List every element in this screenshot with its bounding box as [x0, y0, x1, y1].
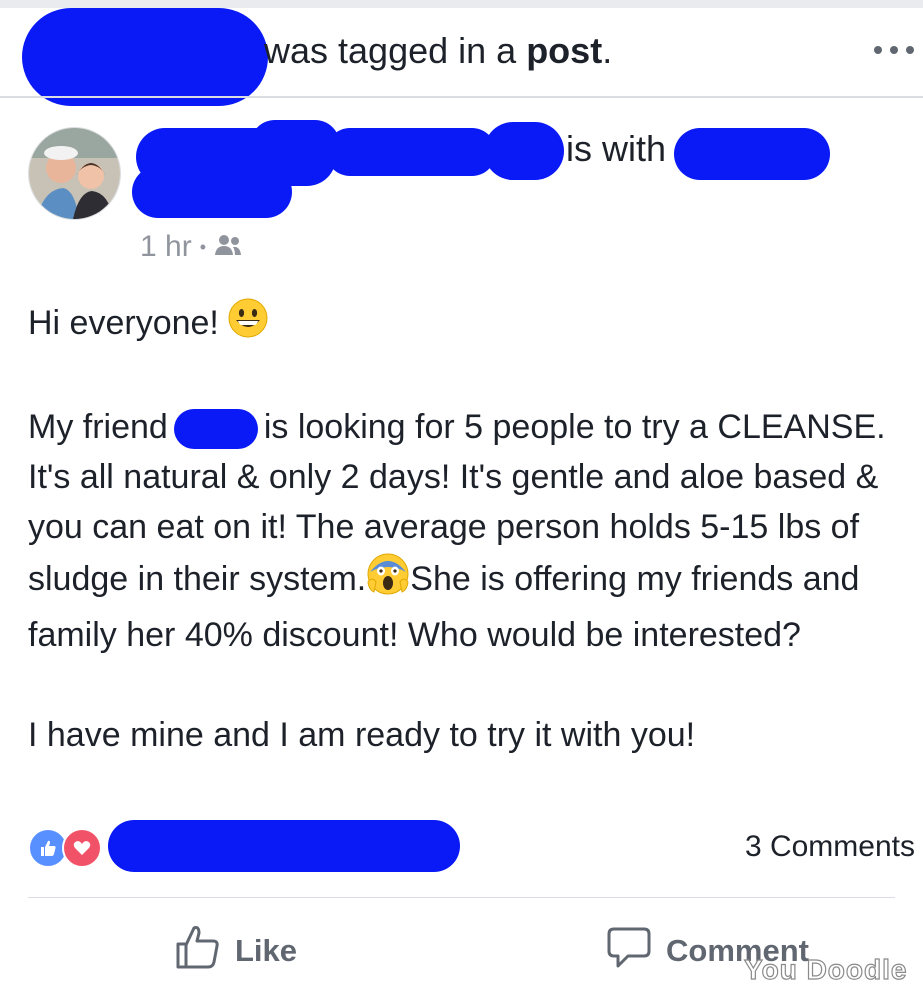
comments-count[interactable]: 3 Comments [745, 830, 915, 864]
like-label: Like [235, 933, 298, 968]
like-button[interactable]: Like [175, 924, 297, 978]
thumbs-up-icon [175, 924, 221, 978]
post-time[interactable]: 1 hr [140, 230, 192, 264]
redacted-reactors [108, 820, 460, 872]
is-with-text: is with [566, 128, 667, 169]
redacted-author [132, 166, 292, 218]
watermark: You Doodle [743, 953, 908, 985]
avatar[interactable] [28, 127, 121, 220]
paragraph-ready: I have mine and I am ready to try it wit… [28, 716, 696, 755]
friends-icon[interactable] [214, 230, 242, 264]
grinning-face-icon [228, 298, 268, 352]
more-options-icon[interactable] [872, 40, 916, 60]
screaming-face-icon [366, 552, 410, 610]
actions-divider [28, 897, 895, 898]
meta-separator: • [199, 236, 207, 257]
greeting-line: Hi everyone! [28, 298, 908, 352]
redacted-author [326, 128, 496, 176]
redacted-author [484, 122, 564, 180]
post-link[interactable]: post [526, 30, 602, 71]
redacted-name [22, 8, 268, 106]
post-body: Hi everyone! My friend is looking for 5 p… [28, 298, 908, 760]
comment-bubble-icon [606, 924, 652, 978]
top-border [0, 0, 923, 8]
header-divider [0, 96, 923, 98]
paragraph-offer: My friend is looking for 5 people to try … [28, 408, 886, 655]
post-meta: 1 hr • [140, 230, 242, 264]
notification-text: was tagged in a post. [264, 30, 613, 71]
love-reaction-icon [62, 828, 102, 868]
reactions-summary[interactable] [28, 828, 102, 868]
redacted-friend [173, 409, 258, 450]
redacted-tagged [674, 128, 830, 180]
